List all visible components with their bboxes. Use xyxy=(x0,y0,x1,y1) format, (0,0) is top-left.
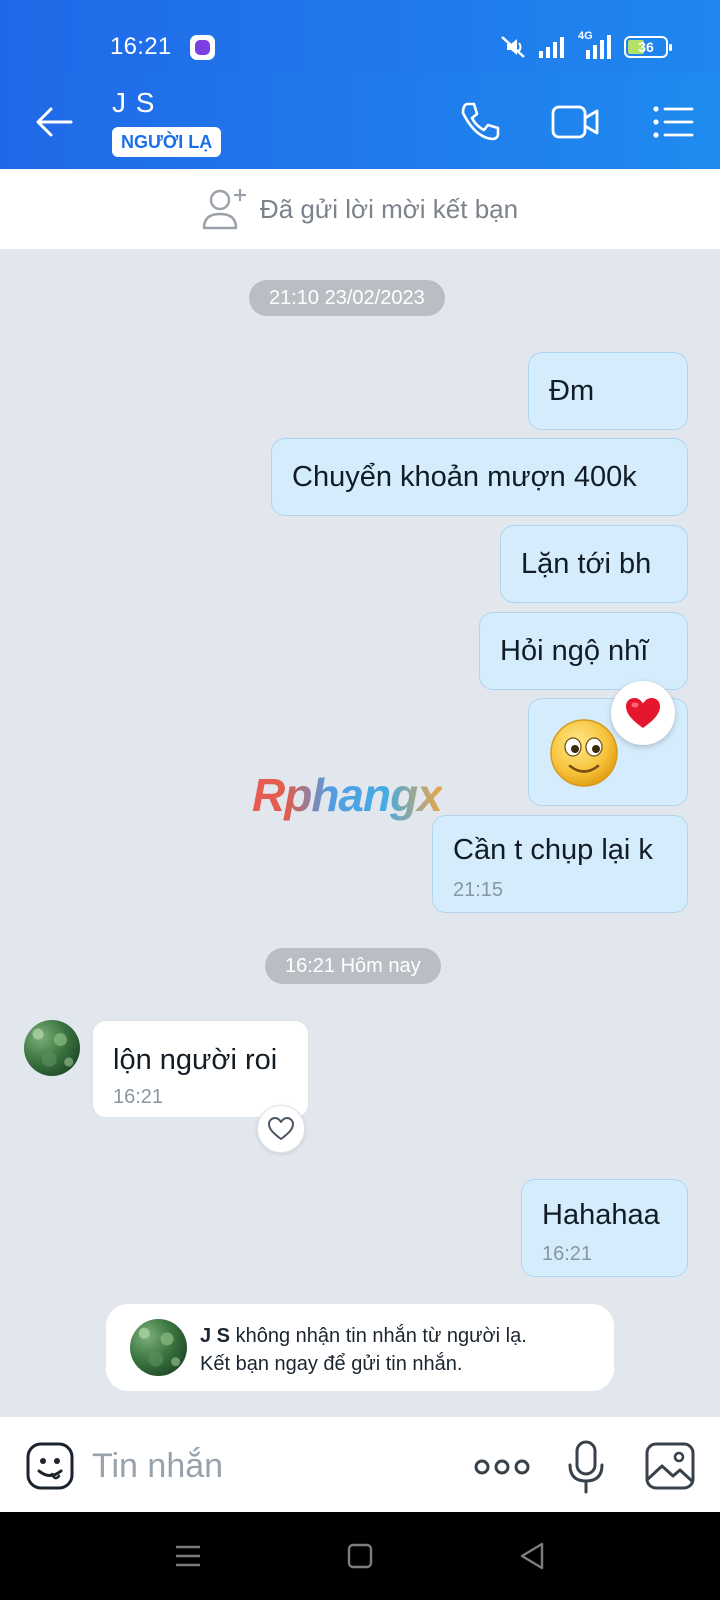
heart-icon xyxy=(626,698,660,728)
friend-request-status: Đã gửi lời mời kết bạn xyxy=(0,169,720,249)
back-button[interactable] xyxy=(32,100,76,144)
phone-icon xyxy=(461,102,500,141)
message-bubble-received[interactable]: lộn người roi 16:21 xyxy=(92,1020,309,1118)
video-call-button[interactable] xyxy=(549,95,603,149)
list-menu-icon xyxy=(653,106,694,138)
battery-icon: 36 xyxy=(624,36,672,58)
status-indicators: 4G 36 xyxy=(498,30,672,60)
signal-icon xyxy=(539,37,564,58)
back-arrow-icon xyxy=(36,107,73,137)
contact-name[interactable]: J S xyxy=(112,87,155,119)
image-icon xyxy=(645,1442,695,1490)
message-text: Lặn tới bh xyxy=(521,548,652,580)
system-back-button[interactable] xyxy=(510,1534,554,1578)
message-text: Cần t chụp lại k xyxy=(453,834,653,866)
stranger-notice-card: J S không nhận tin nhắn từ người lạ. Kết… xyxy=(106,1304,614,1391)
notice-text: J S không nhận tin nhắn từ người lạ. Kết… xyxy=(200,1322,527,1378)
add-friend-icon xyxy=(202,189,246,230)
send-image-button[interactable] xyxy=(644,1441,696,1491)
message-time: 21:15 xyxy=(453,879,504,901)
status-bar: 16:21 4G 36 xyxy=(0,0,720,73)
message-composer xyxy=(0,1416,720,1512)
mute-icon xyxy=(501,36,525,58)
reaction-badge[interactable] xyxy=(611,681,675,745)
message-time: 16:21 xyxy=(542,1243,593,1265)
notice-line1: không nhận tin nhắn từ người lạ. xyxy=(235,1325,527,1347)
message-bubble-sent[interactable]: Cần t chụp lại k 21:15 xyxy=(432,815,688,913)
friend-request-label: Đã gửi lời mời kết bạn xyxy=(259,193,519,224)
contact-avatar xyxy=(130,1319,187,1376)
message-text: Hỏi ngộ nhĩ xyxy=(500,635,649,667)
microphone-icon xyxy=(568,1440,604,1494)
status-time: 16:21 xyxy=(110,33,172,60)
more-dots-icon xyxy=(474,1459,530,1475)
home-button[interactable] xyxy=(338,1534,382,1578)
camera-app-icon xyxy=(190,35,215,60)
back-triangle-icon xyxy=(520,1542,544,1570)
emoji-button[interactable] xyxy=(25,1441,75,1491)
message-bubble-sent[interactable]: Hahahaa 16:21 xyxy=(521,1179,688,1277)
battery-level: 36 xyxy=(638,39,654,55)
video-camera-icon xyxy=(551,105,599,139)
signal-4g-icon: 4G xyxy=(578,30,614,60)
notice-name: J S xyxy=(200,1325,231,1347)
voice-call-button[interactable] xyxy=(453,95,507,149)
notice-line2: Kết bạn ngay để gửi tin nhắn. xyxy=(200,1353,463,1375)
react-button[interactable] xyxy=(257,1105,305,1153)
chat-header: J S NGƯỜI LẠ xyxy=(0,73,720,169)
home-square-icon xyxy=(347,1543,373,1569)
emoji-icon xyxy=(26,1442,74,1490)
message-bubble-sent[interactable]: Đm xyxy=(528,352,688,430)
stranger-badge: NGƯỜI LẠ xyxy=(112,127,222,157)
time-separator: 21:10 23/02/2023 xyxy=(249,280,445,316)
message-input[interactable] xyxy=(92,1441,452,1491)
time-separator: 16:21 Hôm nay xyxy=(265,948,441,984)
system-navigation-bar xyxy=(0,1512,720,1600)
message-text: lộn người roi xyxy=(113,1044,278,1076)
message-bubble-sent[interactable]: Chuyển khoản mượn 400k xyxy=(271,438,688,516)
message-text: Đm xyxy=(549,375,595,407)
message-bubble-sent[interactable]: Hỏi ngộ nhĩ xyxy=(479,612,688,690)
watermark: Rphangx xyxy=(252,769,443,821)
chat-options-button[interactable] xyxy=(646,95,700,149)
message-bubble-sent[interactable]: Lặn tới bh xyxy=(500,525,688,603)
recent-apps-icon xyxy=(176,1545,200,1567)
message-text: Chuyển khoản mượn 400k xyxy=(292,461,637,493)
more-options-button[interactable] xyxy=(474,1447,530,1487)
contact-avatar[interactable] xyxy=(24,1020,80,1076)
message-time: 16:21 xyxy=(113,1086,164,1108)
voice-message-button[interactable] xyxy=(566,1439,606,1495)
recent-apps-button[interactable] xyxy=(166,1534,210,1578)
message-text: Hahahaa xyxy=(542,1199,660,1231)
smiley-emoji-icon xyxy=(550,719,618,787)
heart-outline-icon xyxy=(268,1117,294,1140)
